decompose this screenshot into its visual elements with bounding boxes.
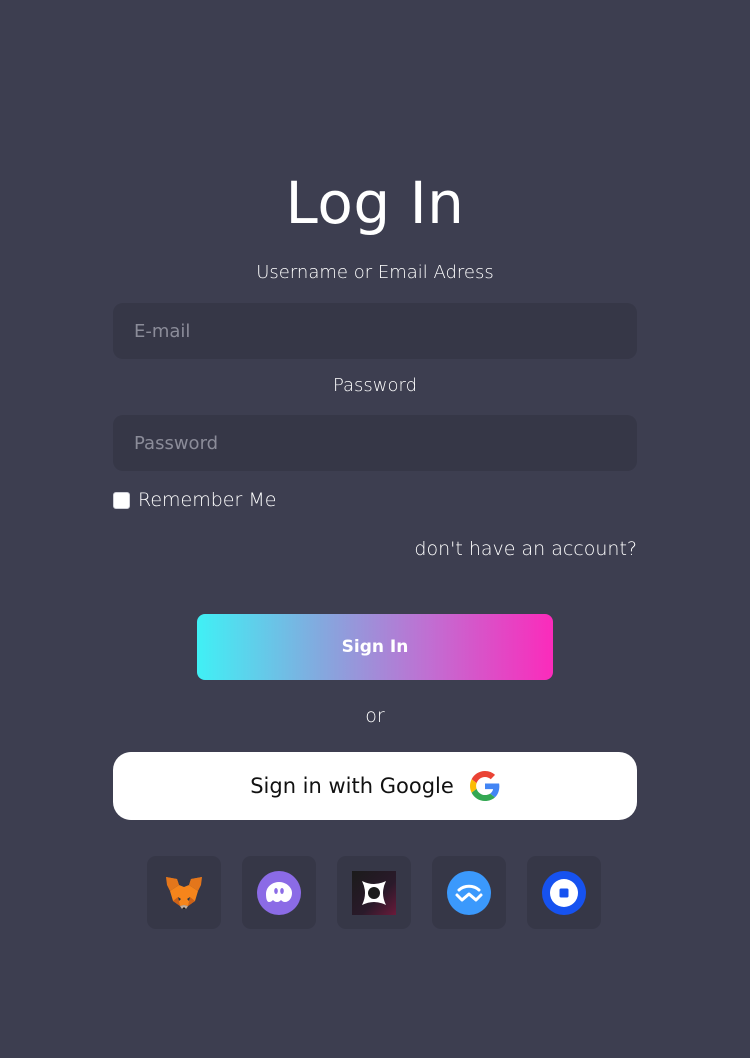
page-title: Log In <box>285 169 465 237</box>
metamask-fox-icon <box>166 876 202 909</box>
phantom-ghost-icon <box>257 870 301 915</box>
remember-me-row: Remember Me <box>113 488 276 512</box>
password-input[interactable] <box>113 415 637 471</box>
password-label: Password <box>332 375 418 396</box>
or-divider-text: or <box>365 705 385 727</box>
coinbase-wallet-button[interactable] <box>527 856 601 929</box>
login-page: Log In Username or Email Adress Password… <box>0 0 750 1058</box>
signup-link[interactable]: don't have an account? <box>414 537 637 561</box>
google-sign-in-label: Sign in with Google <box>250 774 454 798</box>
phantom-button[interactable] <box>242 856 316 929</box>
walletconnect-button[interactable] <box>432 856 506 929</box>
coinbase-wallet-icon <box>542 870 586 915</box>
square-wallet-button[interactable] <box>337 856 411 929</box>
walletconnect-icon <box>447 870 491 915</box>
remember-me-checkbox[interactable] <box>113 491 130 509</box>
google-sign-in-button[interactable]: Sign in with Google <box>113 752 637 820</box>
remember-me-label: Remember Me <box>138 489 277 511</box>
square-logo-icon <box>352 870 396 915</box>
username-label: Username or Email Adress <box>256 262 494 283</box>
email-input[interactable] <box>113 303 637 359</box>
metamask-button[interactable] <box>147 856 221 929</box>
sign-in-button[interactable]: Sign In <box>197 614 553 680</box>
wallet-options <box>147 856 601 929</box>
google-icon <box>469 771 500 801</box>
